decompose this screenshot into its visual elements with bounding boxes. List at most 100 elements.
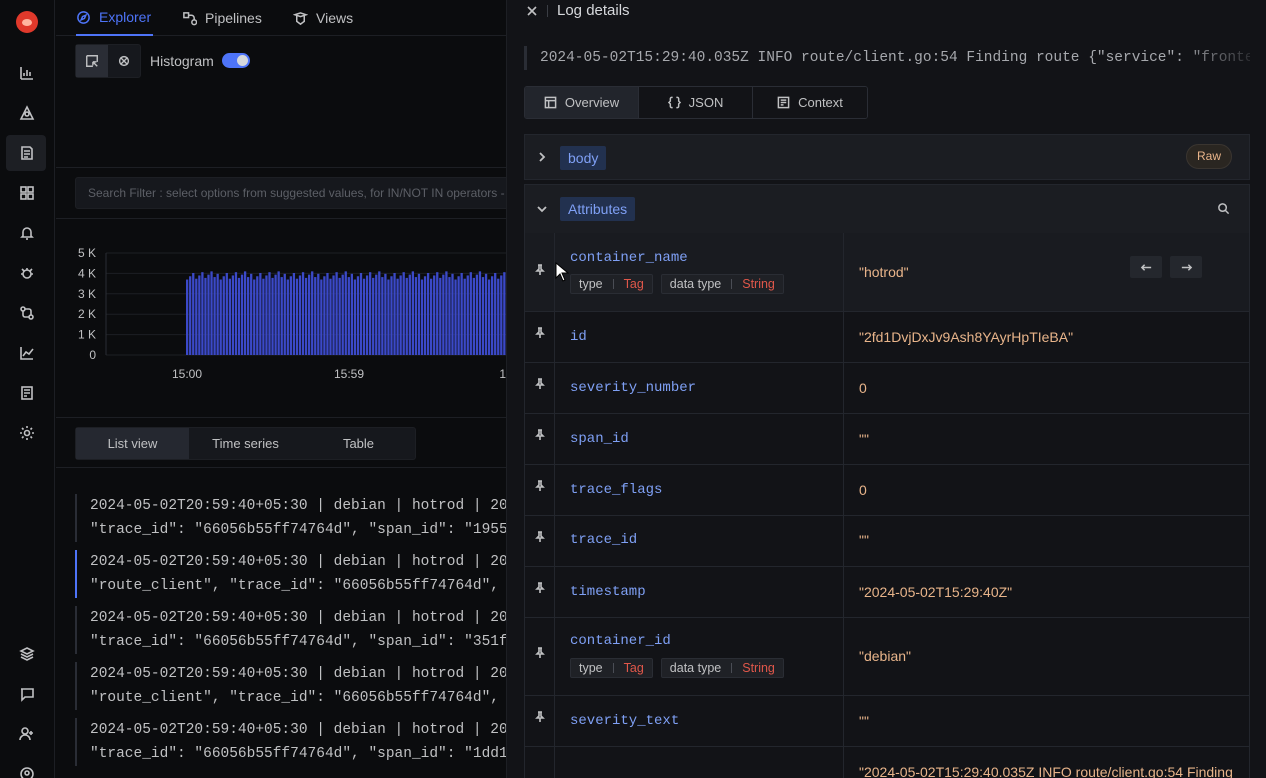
histogram-bar[interactable]	[323, 276, 326, 355]
histogram-bar[interactable]	[326, 272, 329, 355]
histogram-bar[interactable]	[484, 273, 488, 355]
histogram-bar[interactable]	[259, 272, 262, 355]
histogram-bar[interactable]	[283, 273, 286, 355]
histogram-bar[interactable]	[463, 278, 466, 355]
histogram-bar[interactable]	[436, 272, 439, 355]
histogram-bar[interactable]	[375, 274, 378, 355]
histogram-bar[interactable]	[475, 274, 479, 355]
histogram-bar[interactable]	[201, 272, 204, 355]
chevron-down-icon[interactable]	[535, 202, 549, 216]
pin-button[interactable]	[525, 465, 555, 515]
logs-icon[interactable]	[17, 143, 37, 163]
histogram-bar[interactable]	[329, 278, 332, 355]
histogram-bar[interactable]	[189, 276, 192, 355]
invite-user-icon[interactable]	[17, 724, 37, 744]
pin-button[interactable]	[525, 696, 555, 746]
histogram-bar[interactable]	[433, 275, 436, 355]
histogram-bar[interactable]	[384, 273, 387, 355]
attribute-row[interactable]: severity_number 0	[525, 363, 1249, 414]
histogram-bar[interactable]	[311, 271, 314, 355]
chevron-right-icon[interactable]	[535, 150, 549, 164]
filter-out-button[interactable]	[1130, 256, 1162, 278]
attribute-row[interactable]: id "2fd1DvjDxJv9Ash8YAyrHpTIeBA"	[525, 312, 1249, 363]
histogram-bar[interactable]	[408, 274, 411, 355]
pin-button[interactable]	[525, 363, 555, 413]
chat-support-icon[interactable]	[17, 684, 37, 704]
tab-list-view[interactable]: List view	[76, 428, 189, 459]
histogram-bar[interactable]	[265, 275, 268, 355]
histogram-bar[interactable]	[253, 279, 256, 355]
exceptions-bug-icon[interactable]	[17, 263, 37, 283]
attribute-row[interactable]: container_name type Tag data type String "…	[525, 233, 1249, 312]
filter-for-button[interactable]	[1170, 256, 1202, 278]
histogram-bar[interactable]	[320, 279, 323, 355]
histogram-bar[interactable]	[247, 277, 250, 355]
clickhouse-query-button[interactable]	[108, 45, 140, 77]
histogram-bar[interactable]	[381, 277, 384, 355]
histogram-bar[interactable]	[186, 279, 189, 355]
attribute-row[interactable]: container_id type Tag data type String "de…	[525, 618, 1249, 696]
histogram-bar[interactable]	[231, 275, 235, 355]
histogram-bar[interactable]	[445, 271, 448, 355]
histogram-bar[interactable]	[500, 275, 503, 355]
histogram-bar[interactable]	[460, 272, 463, 355]
attribute-row[interactable]: span_id ""	[525, 414, 1249, 465]
histogram-bar[interactable]	[353, 279, 357, 355]
histogram-bar[interactable]	[420, 279, 424, 355]
histogram-bar[interactable]	[219, 279, 222, 355]
tab-json[interactable]: JSON	[639, 87, 753, 118]
histogram-toggle[interactable]	[222, 53, 250, 68]
histogram-bar[interactable]	[365, 275, 369, 355]
histogram-bar[interactable]	[298, 275, 302, 355]
histogram-bar[interactable]	[497, 278, 500, 355]
histogram-bar[interactable]	[268, 272, 271, 355]
tab-overview[interactable]: Overview	[525, 87, 639, 118]
layers-icon[interactable]	[17, 644, 37, 664]
histogram-bar[interactable]	[350, 273, 353, 355]
histogram-bar[interactable]	[390, 276, 393, 355]
histogram-bar[interactable]	[369, 272, 372, 355]
attribute-row[interactable]: trace_id ""	[525, 516, 1249, 567]
pin-button[interactable]	[525, 233, 555, 311]
histogram-bar[interactable]	[234, 272, 238, 355]
histogram-bar[interactable]	[295, 278, 299, 355]
histogram-bar[interactable]	[494, 272, 497, 355]
query-builder-button[interactable]	[76, 45, 108, 77]
histogram-bar[interactable]	[362, 278, 366, 355]
pin-button[interactable]	[525, 747, 555, 778]
histogram-bar[interactable]	[314, 277, 317, 355]
histogram-bar[interactable]	[243, 271, 247, 355]
histogram-bar[interactable]	[225, 272, 228, 355]
histogram-bar[interactable]	[356, 276, 360, 355]
histogram-bar[interactable]	[372, 277, 375, 355]
histogram-bar[interactable]	[286, 279, 289, 355]
histogram-bar[interactable]	[454, 279, 457, 355]
usage-chart-icon[interactable]	[17, 343, 37, 363]
histogram-bar[interactable]	[378, 271, 381, 355]
dashboard-icon[interactable]	[17, 183, 37, 203]
close-button[interactable]	[525, 4, 539, 18]
histogram-bar[interactable]	[414, 277, 418, 355]
search-icon[interactable]	[1217, 202, 1231, 216]
histogram-bar[interactable]	[271, 277, 274, 355]
histogram-bar[interactable]	[396, 278, 399, 355]
histogram-bar[interactable]	[317, 273, 320, 355]
histogram-bar[interactable]	[347, 277, 350, 355]
histogram-bar[interactable]	[207, 274, 210, 355]
histogram-bar[interactable]	[387, 279, 390, 355]
histogram-bar[interactable]	[192, 272, 195, 355]
histogram-bar[interactable]	[256, 276, 259, 355]
histogram-bar[interactable]	[411, 271, 414, 355]
histogram-bar[interactable]	[338, 277, 341, 355]
raw-button[interactable]: Raw	[1185, 144, 1232, 169]
histogram-bar[interactable]	[344, 271, 347, 355]
signoz-logo-icon[interactable]	[16, 11, 38, 33]
histogram-bar[interactable]	[481, 277, 485, 355]
histogram-bar[interactable]	[469, 272, 472, 355]
histogram-bar[interactable]	[237, 277, 241, 355]
histogram-bar[interactable]	[222, 276, 225, 355]
histogram-bar[interactable]	[487, 279, 491, 355]
histogram-bar[interactable]	[430, 278, 433, 355]
attributes-section-header[interactable]: Attributes	[525, 185, 1249, 233]
pin-button[interactable]	[525, 516, 555, 566]
